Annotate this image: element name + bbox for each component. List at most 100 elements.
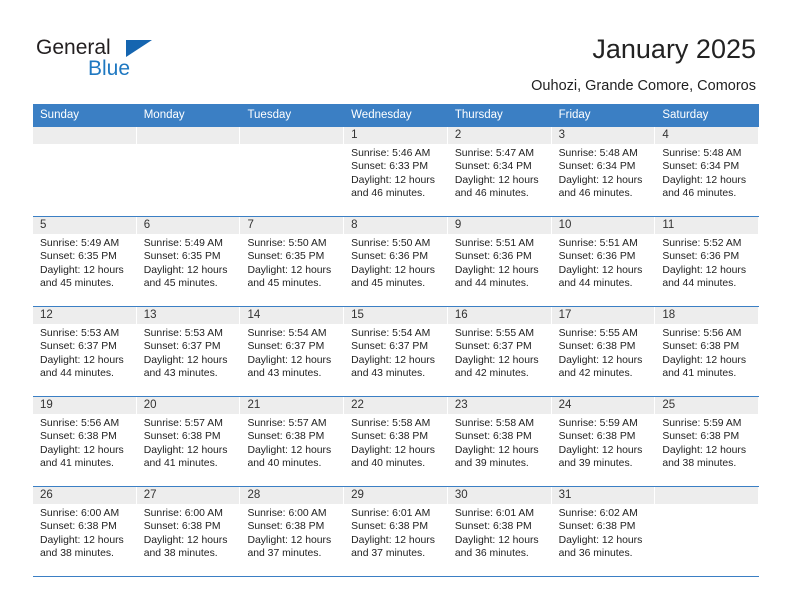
- sunrise-text: Sunrise: 5:52 AM: [662, 238, 742, 249]
- calendar-day-cell[interactable]: 7 Sunrise: 5:50 AM Sunset: 6:35 PM Daylight…: [240, 217, 345, 306]
- day-sun-info: Sunrise: 5:54 AM Sunset: 6:37 PM Daylight:…: [344, 324, 447, 381]
- calendar-day-cell[interactable]: 30 Sunrise: 6:01 AM Sunset: 6:38 PM Dayligh…: [447, 487, 552, 576]
- calendar-day-cell[interactable]: 10 Sunrise: 5:51 AM Sunset: 6:36 PM Dayligh…: [551, 217, 656, 306]
- calendar-grid: Sunday Monday Tuesday Wednesday Thursday…: [33, 104, 760, 577]
- daylight-text-cont: and 44 minutes.: [558, 278, 633, 290]
- day-number: 26: [33, 487, 136, 504]
- weekday-monday: Monday: [143, 109, 185, 121]
- day-number: [136, 127, 240, 144]
- calendar-day-cell[interactable]: 2 Sunrise: 5:47 AM Sunset: 6:34 PM Daylight…: [447, 127, 552, 216]
- calendar-week-row: 19 Sunrise: 5:56 AM Sunset: 6:38 PM Dayligh…: [33, 397, 760, 487]
- daylight-text-cont: and 41 minutes.: [143, 458, 218, 470]
- daylight-text: Daylight: 12 hours: [351, 174, 435, 186]
- calendar-day-cell[interactable]: 19 Sunrise: 5:56 AM Sunset: 6:38 PM Dayligh…: [33, 397, 137, 486]
- calendar-day-cell[interactable]: 8 Sunrise: 5:50 AM Sunset: 6:36 PM Daylight…: [344, 217, 448, 306]
- calendar-day-empty: [240, 127, 345, 216]
- sunrise-text: Sunrise: 5:57 AM: [247, 418, 327, 429]
- daylight-text: Daylight: 12 hours: [351, 444, 435, 456]
- calendar-day-cell[interactable]: 23 Sunrise: 5:58 AM Sunset: 6:38 PM Dayligh…: [447, 397, 552, 486]
- calendar-day-cell[interactable]: 13 Sunrise: 5:53 AM Sunset: 6:37 PM Dayligh…: [136, 307, 241, 396]
- sunset-text: Sunset: 6:35 PM: [143, 251, 221, 263]
- sunset-text: Sunset: 6:38 PM: [454, 521, 532, 533]
- day-number: 15: [344, 307, 447, 324]
- day-sun-info: Sunrise: 5:58 AM Sunset: 6:38 PM Daylight:…: [344, 414, 447, 471]
- sunset-text: Sunset: 6:35 PM: [247, 251, 325, 263]
- daylight-text: Daylight: 12 hours: [143, 444, 228, 456]
- daylight-text-cont: and 45 minutes.: [247, 278, 322, 290]
- weekday-thursday: Thursday: [454, 109, 503, 121]
- calendar-day-cell[interactable]: 9 Sunrise: 5:51 AM Sunset: 6:36 PM Daylight…: [447, 217, 552, 306]
- day-number: 29: [344, 487, 447, 504]
- calendar-day-cell[interactable]: 15 Sunrise: 5:54 AM Sunset: 6:37 PM Dayligh…: [344, 307, 448, 396]
- sunset-text: Sunset: 6:35 PM: [40, 251, 117, 263]
- day-sun-info: Sunrise: 5:53 AM Sunset: 6:37 PM Daylight:…: [33, 324, 136, 381]
- daylight-text: Daylight: 12 hours: [454, 174, 539, 186]
- calendar-day-cell[interactable]: 22 Sunrise: 5:58 AM Sunset: 6:38 PM Dayligh…: [344, 397, 448, 486]
- calendar-day-cell[interactable]: 4 Sunrise: 5:48 AM Sunset: 6:34 PM Daylight…: [655, 127, 760, 216]
- calendar-day-cell[interactable]: 5 Sunrise: 5:49 AM Sunset: 6:35 PM Daylight…: [33, 217, 137, 306]
- calendar-day-cell[interactable]: 14 Sunrise: 5:54 AM Sunset: 6:37 PM Dayligh…: [240, 307, 345, 396]
- daylight-text: Daylight: 12 hours: [558, 534, 643, 546]
- daylight-text: Daylight: 12 hours: [662, 264, 747, 276]
- day-sun-info: Sunrise: 6:00 AM Sunset: 6:38 PM Daylight:…: [33, 504, 136, 561]
- page-subtitle: Ouhozi, Grande Comore, Comoros: [531, 78, 756, 94]
- day-sun-info: Sunrise: 5:52 AM Sunset: 6:36 PM Daylight:…: [655, 234, 758, 291]
- daylight-text-cont: and 43 minutes.: [143, 368, 218, 380]
- daylight-text: Daylight: 12 hours: [247, 444, 332, 456]
- daylight-text-cont: and 39 minutes.: [558, 458, 633, 470]
- sunset-text: Sunset: 6:38 PM: [247, 521, 325, 533]
- daylight-text-cont: and 43 minutes.: [351, 368, 426, 380]
- day-sun-info: Sunrise: 6:00 AM Sunset: 6:38 PM Daylight:…: [137, 504, 240, 561]
- daylight-text: Daylight: 12 hours: [558, 264, 643, 276]
- calendar-day-cell[interactable]: 1 Sunrise: 5:46 AM Sunset: 6:33 PM Daylight…: [344, 127, 448, 216]
- calendar-day-cell[interactable]: 24 Sunrise: 5:59 AM Sunset: 6:38 PM Dayligh…: [551, 397, 656, 486]
- daylight-text: Daylight: 12 hours: [454, 354, 539, 366]
- day-number: [655, 487, 759, 504]
- day-sun-info: Sunrise: 5:48 AM Sunset: 6:34 PM Daylight:…: [552, 144, 655, 201]
- calendar-page: General Blue January 2025 Ouhozi, Grande…: [0, 0, 792, 612]
- calendar-week-row: 26 Sunrise: 6:00 AM Sunset: 6:38 PM Dayligh…: [33, 487, 760, 577]
- daylight-text: Daylight: 12 hours: [351, 264, 435, 276]
- sunrise-text: Sunrise: 6:01 AM: [454, 508, 535, 519]
- day-sun-info: Sunrise: 5:49 AM Sunset: 6:35 PM Daylight:…: [33, 234, 136, 291]
- sunrise-text: Sunrise: 5:54 AM: [247, 328, 327, 339]
- calendar-day-cell[interactable]: 27 Sunrise: 6:00 AM Sunset: 6:38 PM Dayligh…: [136, 487, 241, 576]
- calendar-day-cell[interactable]: 11 Sunrise: 5:52 AM Sunset: 6:36 PM Dayligh…: [655, 217, 760, 306]
- sunset-text: Sunset: 6:38 PM: [662, 431, 740, 443]
- day-sun-info: Sunrise: 5:53 AM Sunset: 6:37 PM Daylight:…: [137, 324, 240, 381]
- calendar-day-cell[interactable]: 16 Sunrise: 5:55 AM Sunset: 6:37 PM Dayligh…: [447, 307, 552, 396]
- calendar-day-cell[interactable]: 3 Sunrise: 5:48 AM Sunset: 6:34 PM Daylight…: [551, 127, 656, 216]
- day-sun-info: Sunrise: 5:54 AM Sunset: 6:37 PM Daylight:…: [240, 324, 343, 381]
- day-sun-info: Sunrise: 6:02 AM Sunset: 6:38 PM Daylight:…: [552, 504, 655, 561]
- calendar-day-cell[interactable]: 20 Sunrise: 5:57 AM Sunset: 6:38 PM Dayligh…: [136, 397, 241, 486]
- daylight-text-cont: and 46 minutes.: [558, 188, 633, 200]
- sunrise-text: Sunrise: 6:00 AM: [143, 508, 223, 519]
- daylight-text-cont: and 44 minutes.: [454, 278, 529, 290]
- calendar-day-cell[interactable]: 12 Sunrise: 5:53 AM Sunset: 6:37 PM Dayligh…: [33, 307, 137, 396]
- calendar-day-cell[interactable]: 29 Sunrise: 6:01 AM Sunset: 6:38 PM Dayligh…: [344, 487, 448, 576]
- sunrise-text: Sunrise: 5:46 AM: [351, 148, 431, 159]
- calendar-day-cell[interactable]: 17 Sunrise: 5:55 AM Sunset: 6:38 PM Dayligh…: [551, 307, 656, 396]
- calendar-day-cell[interactable]: 31 Sunrise: 6:02 AM Sunset: 6:38 PM Dayligh…: [551, 487, 656, 576]
- page-title: January 2025: [592, 34, 756, 64]
- day-number: 22: [344, 397, 447, 414]
- day-sun-info: Sunrise: 5:57 AM Sunset: 6:38 PM Daylight:…: [137, 414, 240, 471]
- sunset-text: Sunset: 6:38 PM: [247, 431, 325, 443]
- daylight-text: Daylight: 12 hours: [558, 174, 643, 186]
- calendar-day-cell[interactable]: 18 Sunrise: 5:56 AM Sunset: 6:38 PM Dayligh…: [655, 307, 760, 396]
- generalblue-logo[interactable]: General Blue: [36, 36, 236, 88]
- sunset-text: Sunset: 6:38 PM: [454, 431, 532, 443]
- day-number: 16: [447, 307, 551, 324]
- day-sun-info: Sunrise: 5:55 AM Sunset: 6:37 PM Daylight:…: [448, 324, 551, 381]
- calendar-day-cell[interactable]: 21 Sunrise: 5:57 AM Sunset: 6:38 PM Dayligh…: [240, 397, 345, 486]
- page-header: General Blue January 2025 Ouhozi, Grande…: [0, 0, 792, 104]
- weekday-wednesday: Wednesday: [351, 109, 412, 121]
- calendar-day-cell[interactable]: 28 Sunrise: 6:00 AM Sunset: 6:38 PM Dayligh…: [240, 487, 345, 576]
- sunset-text: Sunset: 6:34 PM: [454, 161, 532, 173]
- calendar-day-cell[interactable]: 25 Sunrise: 5:59 AM Sunset: 6:38 PM Dayligh…: [655, 397, 760, 486]
- calendar-day-cell[interactable]: 26 Sunrise: 6:00 AM Sunset: 6:38 PM Dayligh…: [33, 487, 137, 576]
- day-number: 8: [344, 217, 447, 234]
- sunrise-text: Sunrise: 5:51 AM: [558, 238, 638, 249]
- calendar-day-empty: [136, 127, 241, 216]
- calendar-day-cell[interactable]: 6 Sunrise: 5:49 AM Sunset: 6:35 PM Daylight…: [136, 217, 241, 306]
